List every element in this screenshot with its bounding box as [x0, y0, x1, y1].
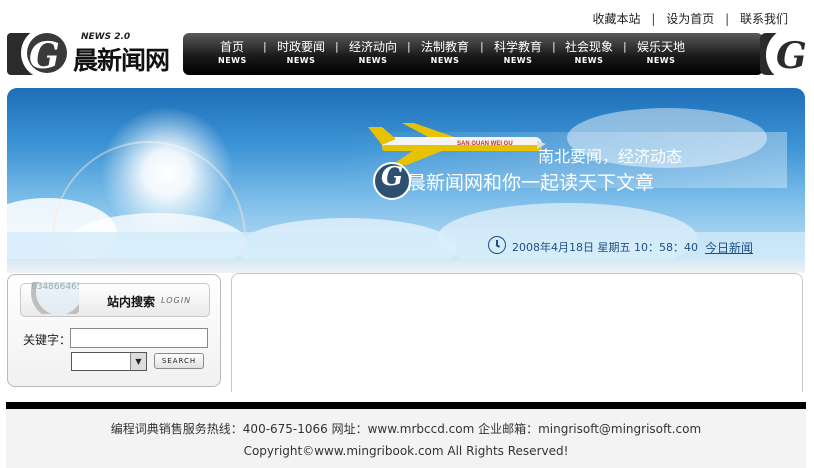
- banner-slogan-1: 南北要闻，经济动态: [538, 147, 683, 166]
- search-panel: 6348664654 站内搜索 LOGIN 关键字： ▼ SEARCH: [7, 274, 221, 387]
- footer: 编程词典销售服务热线：400-675-1066 网址：www.mrbccd.co…: [6, 409, 806, 468]
- nav-separator: |: [407, 40, 411, 53]
- nav-separator: |: [263, 40, 267, 53]
- content-panel: [231, 273, 803, 392]
- separator: |: [725, 12, 730, 26]
- nav-separator: |: [480, 40, 484, 53]
- clock-icon: [488, 236, 506, 254]
- site-logo[interactable]: G NEWS 2.0 晨新闻网: [7, 27, 185, 79]
- plane-livery: SAN GUAN WEI GU: [457, 141, 513, 147]
- nav-item-economy[interactable]: 经济动向 NEWS: [347, 38, 399, 65]
- nav-separator: |: [335, 40, 339, 53]
- logo-g-icon: G: [7, 27, 73, 79]
- banner-logo-icon: G: [373, 162, 411, 200]
- divider-bar: [7, 259, 805, 273]
- logo-name: 晨新闻网: [73, 46, 170, 75]
- nav-item-law[interactable]: 法制教育 NEWS: [419, 38, 471, 65]
- search-title: 站内搜索: [107, 295, 156, 309]
- login-tag: LOGIN: [161, 296, 192, 305]
- banner-slogan-2: 晨新闻网和你一起读天下文章: [407, 172, 655, 194]
- nav-item-science[interactable]: 科学教育 NEWS: [492, 38, 544, 65]
- bookmark-link[interactable]: 收藏本站: [593, 12, 641, 26]
- search-header: 6348664654 站内搜索 LOGIN: [20, 282, 210, 317]
- contact-link[interactable]: 联系我们: [740, 12, 788, 26]
- footer-divider: [6, 402, 806, 409]
- right-g-icon: G: [760, 33, 806, 75]
- magnifier-icon: 6348664654: [27, 282, 79, 314]
- nav-item-entertainment[interactable]: 娱乐天地 NEWS: [635, 38, 687, 65]
- nav-item-society[interactable]: 社会现象 NEWS: [563, 38, 615, 65]
- hero-banner: SAN GUAN WEI GU 南北要闻，经济动态 G 晨新闻网和你一起读天下文…: [7, 88, 805, 259]
- separator: |: [651, 12, 656, 26]
- nav-item-politics[interactable]: 时政要闻 NEWS: [275, 38, 327, 65]
- nav-separator: |: [623, 40, 627, 53]
- chevron-down-icon[interactable]: ▼: [130, 353, 146, 370]
- nav-separator: |: [552, 40, 556, 53]
- top-links: 收藏本站 | 设为首页 | 联系我们: [593, 10, 788, 27]
- today-news-link[interactable]: 今日新闻: [705, 239, 753, 256]
- keyword-input[interactable]: [70, 328, 208, 348]
- category-select[interactable]: ▼: [71, 352, 147, 371]
- set-homepage-link[interactable]: 设为首页: [666, 12, 714, 26]
- header: G NEWS 2.0 晨新闻网 首页 NEWS | 时政要闻 NEWS | 经济动向…: [7, 27, 806, 79]
- footer-copyright: Copyright©www.mingribook.com All Rights …: [243, 444, 569, 458]
- keyword-label: 关键字：: [23, 333, 72, 347]
- footer-contact: 编程词典销售服务热线：400-675-1066 网址：www.mrbccd.co…: [110, 422, 702, 436]
- nav-item-home[interactable]: 首页 NEWS: [218, 38, 246, 65]
- sun-icon: [102, 108, 232, 238]
- current-date: 2008年4月18日 星期五 10：58：40: [512, 241, 698, 254]
- search-button[interactable]: SEARCH: [154, 353, 204, 369]
- main-nav: 首页 NEWS | 时政要闻 NEWS | 经济动向 NEWS | 法制教育 NEWS …: [183, 33, 763, 75]
